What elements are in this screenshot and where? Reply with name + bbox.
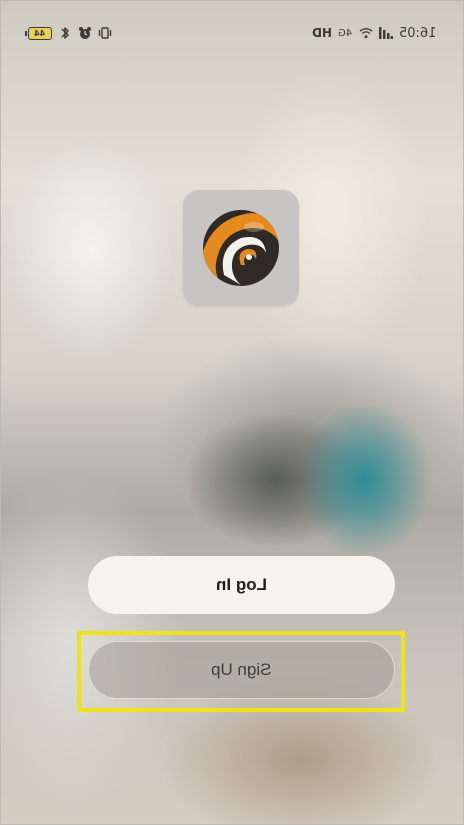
bluetooth-glyph [61,27,69,39]
signup-button[interactable]: Sign Up [88,641,395,699]
screen-frame [0,0,464,825]
vibrate-glyph [98,27,112,39]
app-logo [183,190,299,306]
alarm-glyph [79,27,91,39]
status-time: 16:05 [398,25,436,41]
alarm-icon [78,26,92,40]
vibrate-icon [98,26,112,40]
signup-button-label: Sign Up [211,660,272,679]
battery-icon: 44 [25,26,52,40]
battery-level: 44 [34,28,46,38]
signal-label: 4G [338,27,353,39]
wifi-icon [359,26,373,40]
signal-glyph [378,27,393,39]
app-screen: 44 HD 4G 16:05 Log In Sign Up [0,0,464,825]
wifi-glyph [359,28,373,39]
status-right-group: HD 4G 16:05 [312,26,436,41]
login-button[interactable]: Log In [88,556,395,614]
login-button-label: Log In [216,575,267,594]
hd-label: HD [312,26,333,40]
bluetooth-icon [58,26,72,40]
status-left-group: 44 [25,26,112,40]
signal-icon [378,26,393,40]
swirl-logo-icon [203,210,279,286]
status-bar: 44 HD 4G 16:05 [25,22,436,44]
